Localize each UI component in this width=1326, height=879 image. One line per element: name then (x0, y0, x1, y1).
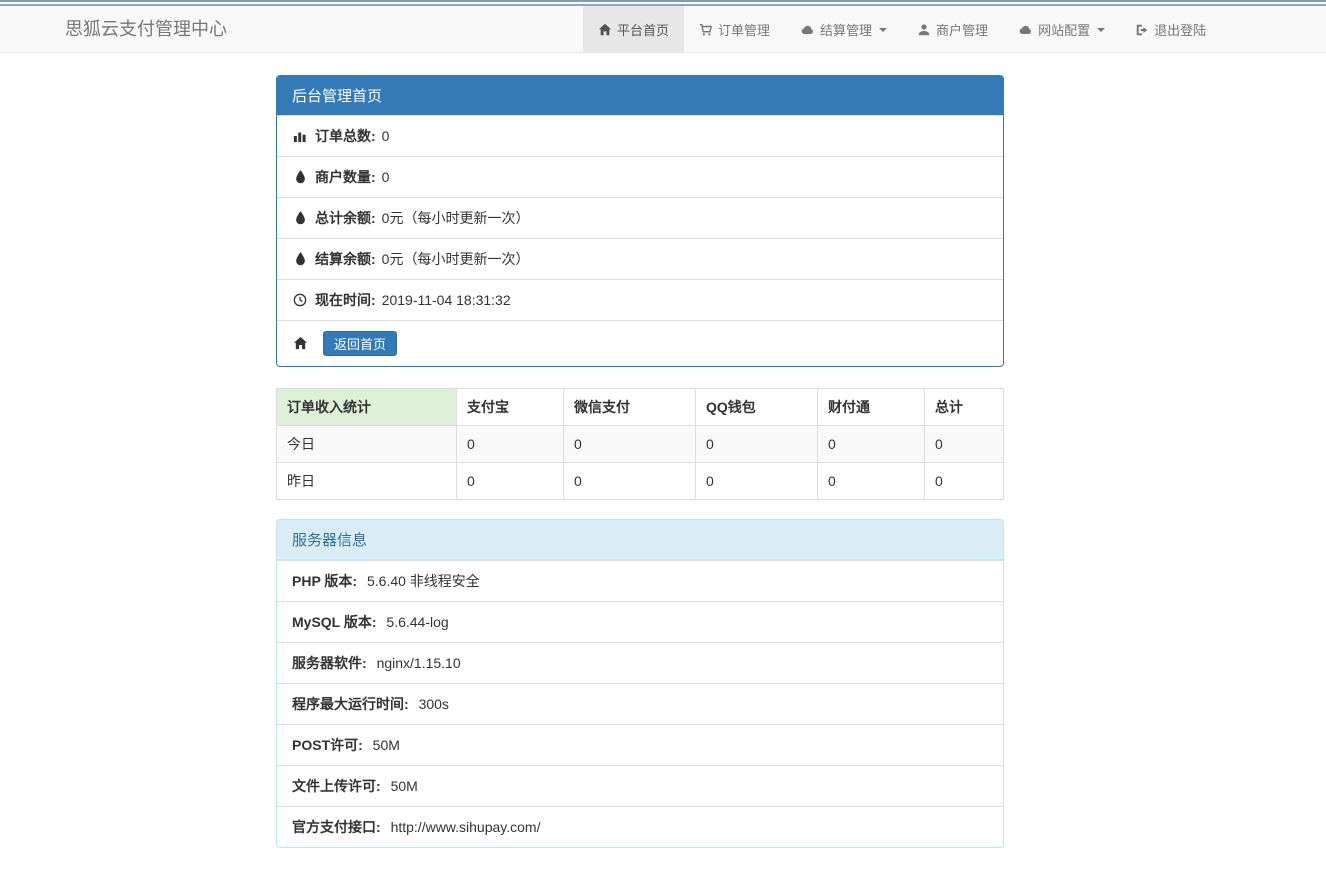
cell-value: 0 (564, 463, 696, 500)
row-label: 今日 (277, 426, 457, 463)
server-row-label: POST许可: (292, 737, 363, 753)
server-row-value: http://www.sihupay.com/ (391, 819, 541, 835)
cell-value: 0 (696, 426, 818, 463)
stat-label: 总计余额: (315, 208, 376, 228)
bar-chart-icon (292, 129, 308, 143)
cloud-icon (800, 23, 815, 37)
dashboard-panel-title: 后台管理首页 (277, 76, 1003, 115)
income-table: 订单收入统计 支付宝 微信支付 QQ钱包 财付通 总计 今日 0 0 0 0 0… (276, 388, 1004, 500)
tint-icon (292, 170, 308, 184)
server-row-value: 5.6.44-log (386, 614, 448, 630)
column-header-total: 总计 (925, 389, 1004, 426)
stat-row-current-time: 现在时间: 2019-11-04 18:31:32 (277, 279, 1003, 320)
clock-icon (292, 293, 308, 307)
nav-item-orders[interactable]: 订单管理 (684, 6, 785, 53)
nav-item-label: 退出登陆 (1154, 20, 1206, 39)
server-row-php-version: PHP 版本: 5.6.40 非线程安全 (277, 560, 1003, 601)
home-icon (598, 23, 612, 37)
stat-label: 现在时间: (315, 290, 376, 310)
stat-value: 0元（每小时更新一次） (382, 208, 530, 228)
server-info-title: 服务器信息 (277, 520, 1003, 560)
cart-icon (699, 23, 713, 37)
chevron-down-icon (1097, 28, 1105, 32)
nav-item-label: 商户管理 (936, 20, 988, 39)
cloud-icon (1018, 23, 1033, 37)
stat-value: 0 (382, 126, 390, 146)
stat-row-merchant-count: 商户数量: 0 (277, 156, 1003, 197)
stat-value: 0 (382, 167, 390, 187)
table-row-yesterday: 昨日 0 0 0 0 0 (277, 463, 1004, 500)
chevron-down-icon (879, 28, 887, 32)
table-row-today: 今日 0 0 0 0 0 (277, 426, 1004, 463)
stat-row-total-balance: 总计余额: 0元（每小时更新一次） (277, 197, 1003, 238)
server-row-official-api: 官方支付接口: http://www.sihupay.com/ (277, 806, 1003, 847)
income-table-title-cell: 订单收入统计 (277, 389, 457, 426)
stat-row-settle-balance: 结算余额: 0元（每小时更新一次） (277, 238, 1003, 279)
home-icon (292, 336, 308, 351)
stat-label: 商户数量: (315, 167, 376, 187)
nav-item-platform-home[interactable]: 平台首页 (583, 6, 684, 53)
cell-value: 0 (925, 426, 1004, 463)
sign-out-icon (1135, 23, 1149, 37)
income-table-header-row: 订单收入统计 支付宝 微信支付 QQ钱包 财付通 总计 (277, 389, 1004, 426)
tint-icon (292, 252, 308, 266)
stat-value: 2019-11-04 18:31:32 (382, 290, 511, 310)
nav-menu: 平台首页 订单管理 结算管理 商户管理 网站配置 退出登陆 (583, 6, 1221, 53)
nav-item-settlement[interactable]: 结算管理 (785, 6, 902, 53)
stat-row-order-total: 订单总数: 0 (277, 115, 1003, 156)
server-row-label: PHP 版本: (292, 573, 357, 589)
dashboard-panel: 后台管理首页 订单总数: 0 商户数量: 0 总计余额: 0元（每小时更新一次）… (276, 75, 1004, 367)
cell-value: 0 (696, 463, 818, 500)
column-header-wechat: 微信支付 (564, 389, 696, 426)
server-row-value: 50M (391, 778, 418, 794)
server-row-label: 程序最大运行时间: (292, 696, 409, 712)
server-row-server-software: 服务器软件: nginx/1.15.10 (277, 642, 1003, 683)
cell-value: 0 (818, 426, 925, 463)
server-row-max-exec-time: 程序最大运行时间: 300s (277, 683, 1003, 724)
nav-item-logout[interactable]: 退出登陆 (1120, 6, 1221, 53)
server-row-upload-limit: 文件上传许可: 50M (277, 765, 1003, 806)
back-home-button[interactable]: 返回首页 (323, 331, 397, 356)
nav-item-label: 结算管理 (820, 20, 872, 39)
home-button-row: 返回首页 (277, 320, 1003, 366)
server-row-value: 300s (419, 696, 449, 712)
nav-item-site-config[interactable]: 网站配置 (1003, 6, 1120, 53)
stat-label: 订单总数: (315, 126, 376, 146)
server-row-value: nginx/1.15.10 (377, 655, 461, 671)
stat-value: 0元（每小时更新一次） (382, 249, 530, 269)
cell-value: 0 (564, 426, 696, 463)
server-row-label: 官方支付接口: (292, 819, 381, 835)
cell-value: 0 (925, 463, 1004, 500)
nav-item-label: 订单管理 (718, 20, 770, 39)
main-content: 后台管理首页 订单总数: 0 商户数量: 0 总计余额: 0元（每小时更新一次）… (276, 75, 1004, 848)
server-info-panel: 服务器信息 PHP 版本: 5.6.40 非线程安全 MySQL 版本: 5.6… (276, 519, 1004, 848)
nav-item-label: 平台首页 (617, 20, 669, 39)
cell-value: 0 (457, 426, 564, 463)
cell-value: 0 (818, 463, 925, 500)
cell-value: 0 (457, 463, 564, 500)
navbar: 思狐云支付管理中心 平台首页 订单管理 结算管理 商户管理 网站配置 退出登陆 (0, 6, 1326, 53)
tint-icon (292, 211, 308, 225)
server-row-post-limit: POST许可: 50M (277, 724, 1003, 765)
column-header-alipay: 支付宝 (457, 389, 564, 426)
nav-item-merchants[interactable]: 商户管理 (902, 6, 1003, 53)
server-row-label: MySQL 版本: (292, 614, 377, 630)
server-row-mysql-version: MySQL 版本: 5.6.44-log (277, 601, 1003, 642)
column-header-qq-wallet: QQ钱包 (696, 389, 818, 426)
user-icon (917, 23, 931, 37)
column-header-tenpay: 财付通 (818, 389, 925, 426)
server-row-label: 服务器软件: (292, 655, 367, 671)
stat-label: 结算余额: (315, 249, 376, 269)
nav-item-label: 网站配置 (1038, 20, 1090, 39)
row-label: 昨日 (277, 463, 457, 500)
server-row-value: 5.6.40 非线程安全 (367, 573, 480, 589)
brand-title: 思狐云支付管理中心 (65, 6, 227, 53)
server-row-label: 文件上传许可: (292, 778, 381, 794)
server-row-value: 50M (373, 737, 400, 753)
